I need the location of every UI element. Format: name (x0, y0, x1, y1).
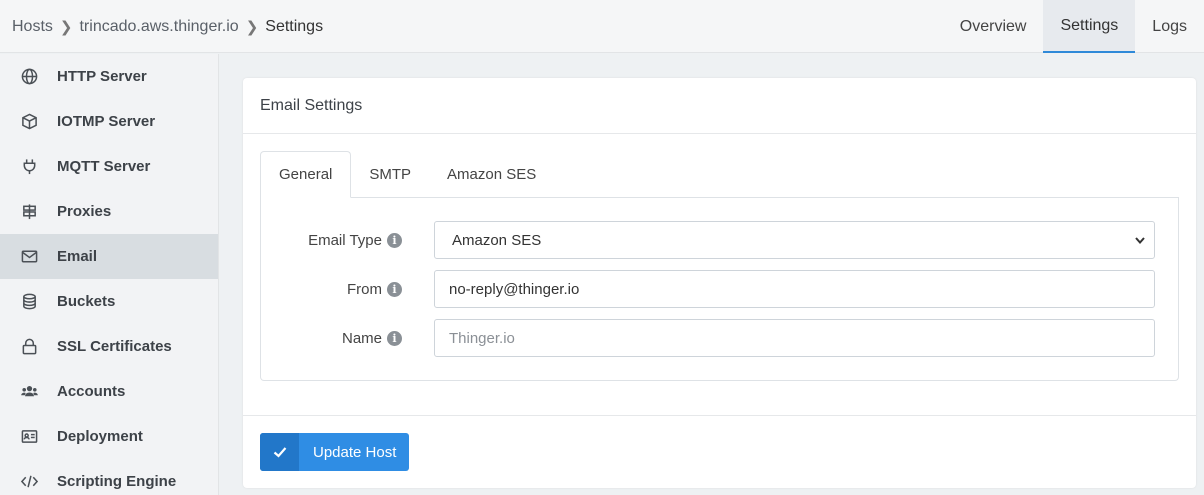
breadcrumb-current: Settings (265, 17, 324, 35)
database-icon (20, 293, 38, 311)
email-settings-card: Email Settings General SMTP Amazon SES E… (243, 78, 1196, 488)
name-field-placeholder: Thinger.io (449, 329, 515, 347)
plug-icon (20, 158, 38, 176)
tab-general[interactable]: General (260, 151, 352, 198)
check-icon (260, 433, 299, 471)
update-host-button[interactable]: Update Host (260, 433, 409, 471)
breadcrumb-host[interactable]: trincado.aws.thinger.io (79, 18, 238, 36)
sidebar-item-label: SSL Certificates (57, 338, 172, 355)
email-type-select[interactable]: Amazon SES (434, 221, 1155, 259)
chevron-right-icon: ❯ (245, 18, 259, 36)
form-row-email-type: Email Type i Amazon SES (261, 221, 1180, 259)
sidebar-item-ssl-certificates[interactable]: SSL Certificates (0, 324, 218, 369)
sidebar-item-label: Scripting Engine (57, 473, 177, 490)
sidebar: HTTP Server IOTMP Server MQTT Server Pro… (0, 54, 219, 495)
sidebar-item-proxies[interactable]: Proxies (0, 189, 218, 234)
sidebar-item-label: Deployment (57, 428, 143, 445)
sidebar-item-label: Email (57, 248, 98, 265)
tab-overview[interactable]: Overview (943, 0, 1044, 53)
envelope-icon (20, 248, 38, 266)
info-icon[interactable]: i (387, 232, 402, 248)
sidebar-item-label: Accounts (57, 383, 126, 400)
email-type-selected-value: Amazon SES (452, 231, 542, 249)
sidebar-item-http-server[interactable]: HTTP Server (0, 54, 218, 99)
tab-logs[interactable]: Logs (1135, 0, 1204, 53)
id-card-icon (20, 428, 38, 446)
from-field-value: no-reply@thinger.io (449, 280, 580, 298)
name-label: Name i (342, 319, 402, 357)
top-bar: Hosts ❯ trincado.aws.thinger.io ❯ Settin… (0, 0, 1204, 53)
signpost-icon (20, 203, 38, 221)
sidebar-item-label: Proxies (57, 203, 112, 220)
tab-settings[interactable]: Settings (1043, 0, 1136, 53)
cube-icon (20, 113, 38, 131)
form-row-from: From i no-reply@thinger.io (261, 270, 1180, 308)
update-host-label: Update Host (313, 443, 397, 461)
chevron-right-icon: ❯ (59, 18, 73, 36)
from-label-text: From (347, 280, 382, 298)
sidebar-item-iotmp-server[interactable]: IOTMP Server (0, 99, 218, 144)
globe-icon (20, 68, 38, 86)
from-field[interactable]: no-reply@thinger.io (434, 270, 1155, 308)
tab-amazon-ses[interactable]: Amazon SES (429, 151, 554, 198)
info-icon[interactable]: i (387, 281, 402, 297)
top-tabs: Overview Settings Logs (943, 0, 1204, 53)
from-label: From i (347, 270, 402, 308)
email-type-label-text: Email Type (308, 231, 382, 249)
email-settings-tabs: General SMTP Amazon SES (260, 151, 1179, 198)
breadcrumb: Hosts ❯ trincado.aws.thinger.io ❯ Settin… (12, 0, 323, 53)
card-footer: Update Host (243, 415, 1196, 488)
sidebar-item-buckets[interactable]: Buckets (0, 279, 218, 324)
breadcrumb-hosts[interactable]: Hosts (12, 18, 53, 36)
sidebar-item-label: HTTP Server (57, 68, 147, 85)
form-row-name: Name i Thinger.io (261, 319, 1180, 357)
sidebar-item-scripting-engine[interactable]: Scripting Engine (0, 459, 218, 495)
sidebar-item-deployment[interactable]: Deployment (0, 414, 218, 459)
code-icon (20, 473, 38, 491)
sidebar-item-label: MQTT Server (57, 158, 151, 175)
name-field[interactable]: Thinger.io (434, 319, 1155, 357)
sidebar-item-label: Buckets (57, 293, 116, 310)
chevron-down-icon (1135, 237, 1145, 245)
info-icon[interactable]: i (387, 330, 402, 346)
sidebar-item-mqtt-server[interactable]: MQTT Server (0, 144, 218, 189)
email-type-label: Email Type i (308, 221, 402, 259)
lock-icon (20, 338, 38, 356)
tab-smtp[interactable]: SMTP (351, 151, 429, 198)
users-icon (20, 383, 38, 401)
sidebar-item-accounts[interactable]: Accounts (0, 369, 218, 414)
sidebar-item-label: IOTMP Server (57, 113, 156, 130)
card-title: Email Settings (243, 78, 1196, 134)
name-label-text: Name (341, 329, 382, 347)
tab-panel-general: Email Type i Amazon SES From i no-reply@… (260, 197, 1179, 381)
sidebar-item-email[interactable]: Email (0, 234, 218, 279)
